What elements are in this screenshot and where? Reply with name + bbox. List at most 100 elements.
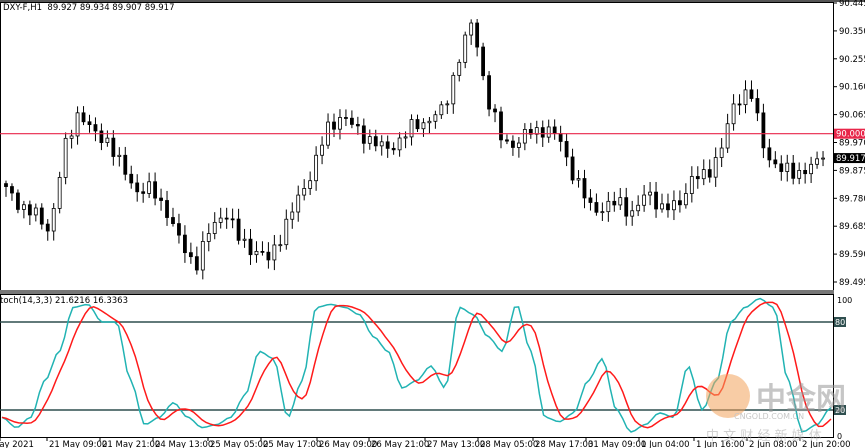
candle-bear	[111, 137, 116, 157]
candle-bull	[815, 158, 819, 165]
candle-bear	[749, 89, 754, 99]
price-chart[interactable]: 90.445 90.350 90.255 90.160 90.065 89.970 89.8…	[0, 0, 865, 448]
candle-bull	[379, 141, 384, 147]
stoch-header: toch(14,3,3) 21.6216 16.3363	[0, 296, 128, 306]
candle-bear	[159, 197, 163, 201]
candle-bear	[707, 169, 712, 178]
candle-bull	[57, 177, 62, 209]
candle-bear	[344, 117, 348, 119]
candle-bull	[117, 154, 122, 157]
candle-bull	[731, 103, 736, 125]
candle-bear	[194, 256, 199, 271]
candle-bull	[290, 211, 295, 220]
y-tick-label: 89.495	[839, 278, 865, 288]
candle-bear	[594, 202, 599, 213]
y-tick-label: 89.685	[839, 222, 865, 232]
candle-bull	[522, 129, 527, 144]
candle-bear	[248, 238, 253, 256]
candle-bear	[224, 217, 229, 220]
candle-bear	[260, 250, 265, 253]
candle-bear	[695, 176, 700, 180]
candle-bull	[809, 163, 814, 175]
candle-bull	[785, 162, 790, 172]
candle-bull	[51, 208, 56, 232]
chart-header: DXY-F,H1 89.927 89.934 89.907 89.917	[3, 3, 175, 13]
candle-bull	[242, 238, 247, 241]
candle-bear	[475, 22, 480, 48]
candle-bull	[672, 200, 676, 211]
candle-bull	[701, 169, 706, 180]
candle-bear	[165, 200, 169, 218]
candle-bear	[361, 125, 366, 144]
candle-bear	[332, 121, 336, 130]
candle-bear	[266, 251, 271, 261]
candle-bear	[678, 200, 682, 206]
candle-bull	[278, 244, 283, 247]
candle-bull	[642, 194, 647, 206]
candle-bull	[212, 221, 217, 234]
candle-bear	[570, 156, 575, 181]
x-tick-label: 25 May 05:00	[210, 440, 268, 448]
y-tick-label: 90.350	[839, 27, 865, 37]
candle-bull	[308, 180, 313, 189]
stoch-tick-label: 80	[835, 318, 845, 327]
candle-bull	[683, 193, 688, 206]
candle-bull	[147, 181, 152, 194]
candle-bull	[75, 112, 80, 137]
candle-bear	[188, 252, 193, 258]
stoch-label: toch(14,3,3)	[0, 296, 53, 306]
candle-bear	[45, 223, 50, 232]
candle-bull	[648, 191, 652, 196]
x-tick-label: 26 May 09:00	[319, 440, 377, 448]
ohlc-values: 89.927 89.934 89.907 89.917	[47, 3, 175, 13]
candle-bull	[367, 136, 372, 144]
candle-bear	[779, 163, 784, 172]
x-tick-label: 28 May 17:00	[535, 440, 593, 448]
candle-bull	[421, 122, 426, 130]
candle-bull	[439, 104, 444, 116]
candle-bull	[302, 188, 307, 196]
y-tick-label: 89.970	[839, 139, 865, 149]
y-tick-label: 90.255	[839, 55, 865, 65]
candle-bear	[505, 139, 509, 142]
x-tick-label: 1 Jun 16:00	[696, 440, 745, 448]
candle-bull	[320, 144, 324, 156]
candle-bear	[612, 200, 617, 206]
candle-bear	[153, 181, 157, 199]
x-tick-label: 2 Jun 20:00	[802, 440, 851, 448]
stoch-k-value: 21.6216	[54, 296, 91, 306]
candle-bear	[93, 124, 98, 132]
candle-bear	[183, 234, 187, 254]
candle-bull	[69, 135, 74, 139]
candle-bull	[200, 241, 205, 271]
candle-bull	[338, 117, 342, 130]
candle-bull	[463, 34, 468, 63]
candle-bull	[516, 142, 521, 148]
candle-bull	[284, 218, 289, 246]
candle-bear	[123, 154, 128, 175]
candle-bear	[349, 117, 354, 125]
x-tick-label: 31 May 09:00	[588, 440, 646, 448]
candle-bear	[177, 223, 181, 236]
candle-bear	[391, 147, 396, 151]
candle-bull	[636, 204, 641, 212]
candle-bear	[385, 141, 390, 149]
candle-bear	[16, 192, 20, 210]
candle-bull	[797, 170, 802, 179]
stoch-tick-label: 20	[835, 406, 845, 415]
candle-bull	[630, 210, 635, 217]
candle-bull	[63, 137, 68, 178]
candle-bear	[493, 108, 497, 113]
candle-bear	[481, 46, 486, 77]
candle-bear	[4, 183, 8, 187]
candle-bear	[761, 112, 766, 149]
candle-bull	[451, 74, 456, 105]
candle-bear	[791, 162, 796, 179]
y-tick-label: 90.065	[839, 111, 865, 121]
candle-bull	[445, 103, 450, 106]
x-tick-label: 21 May 21:00	[102, 440, 160, 448]
candle-bear	[10, 186, 14, 194]
candle-bear	[87, 121, 92, 126]
candle-bear	[552, 126, 557, 135]
candle-bear	[564, 141, 569, 158]
